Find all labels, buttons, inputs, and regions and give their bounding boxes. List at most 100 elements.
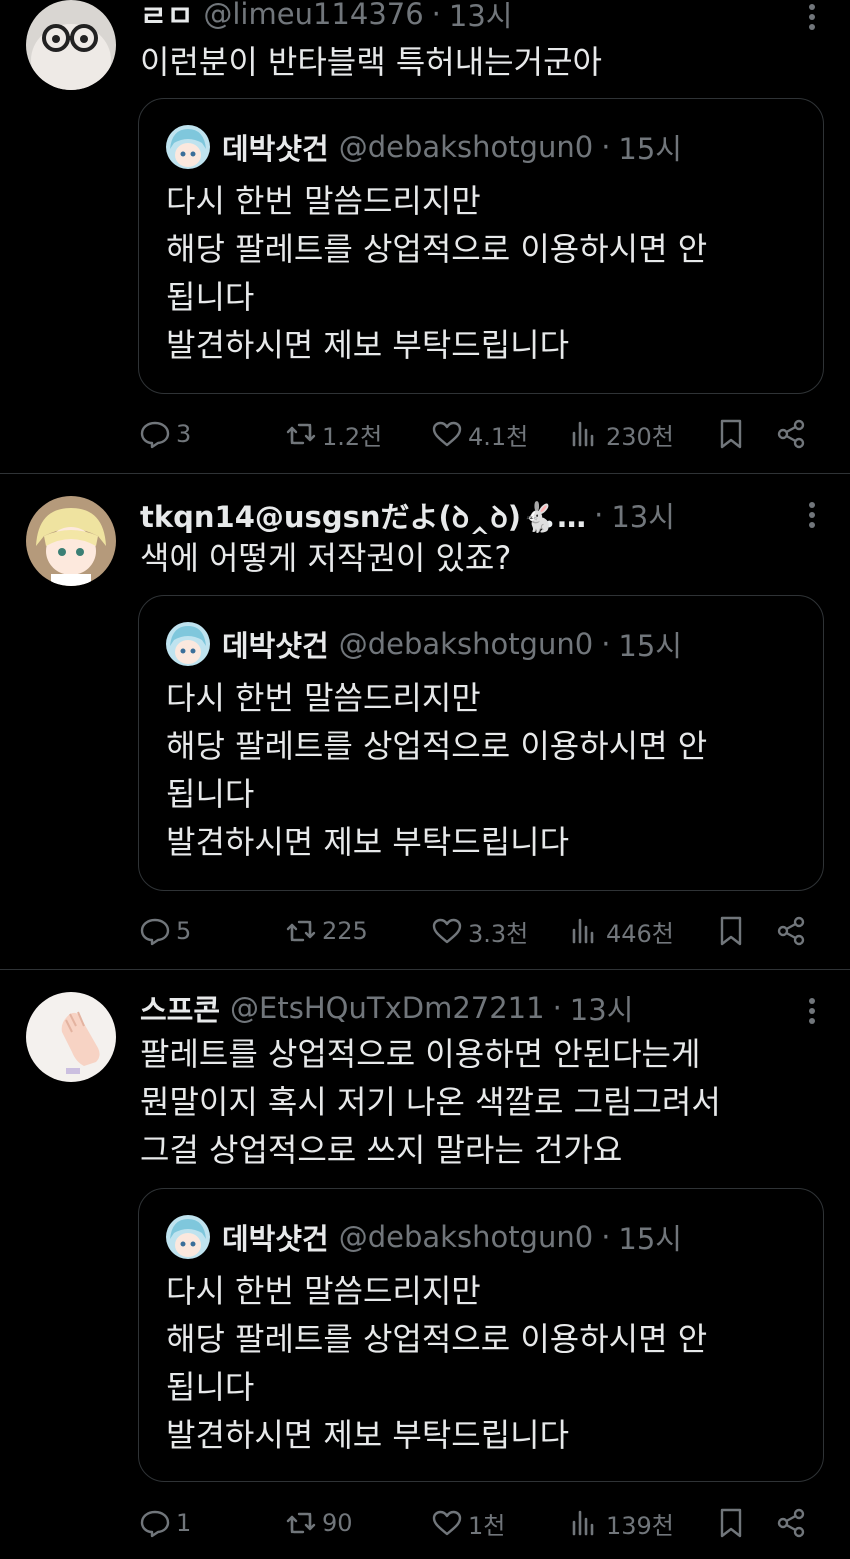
- quote-avatar: [166, 622, 210, 666]
- separator: ·: [431, 0, 441, 31]
- quote-avatar: [166, 125, 210, 169]
- post[interactable]: tkqn14@usgsnだよ(ꝺ‸ꝺ)🐇… · 13시 색에 어떻게 저작권이 …: [0, 474, 850, 969]
- bookmark-button[interactable]: [714, 414, 748, 454]
- user-handle[interactable]: @limeu114376: [203, 0, 423, 31]
- quoted-post[interactable]: 데박샷건 @debakshotgun0 · 15시 다시 한번 말씀드리지만 해…: [138, 1188, 824, 1482]
- reply-count: 3: [176, 420, 192, 448]
- action-bar: 1 90 1천 139천: [138, 1503, 818, 1543]
- bookmark-icon: [720, 1508, 742, 1538]
- quote-user-handle: @debakshotgun0: [338, 627, 594, 661]
- like-count: 4.1천: [468, 422, 529, 451]
- reply-count: 5: [176, 917, 192, 945]
- reply-button[interactable]: 1: [138, 1503, 191, 1543]
- views-icon: [572, 918, 594, 944]
- like-count: 1천: [468, 1511, 506, 1540]
- separator: ·: [601, 130, 611, 164]
- separator: ·: [552, 991, 562, 1025]
- share-button[interactable]: [774, 414, 808, 454]
- avatar[interactable]: [26, 992, 116, 1082]
- like-icon: [432, 421, 462, 447]
- quote-text: 다시 한번 말씀드리지만 해당 팔레트를 상업적으로 이용하시면 안 됩니다 발…: [166, 182, 708, 364]
- like-button[interactable]: 3.3천: [430, 911, 528, 951]
- display-name[interactable]: tkqn14@usgsnだよ(ꝺ‸ꝺ)🐇…: [140, 494, 586, 536]
- repost-button[interactable]: 225: [284, 911, 368, 951]
- share-icon: [777, 916, 805, 946]
- views-count: 230천: [606, 422, 674, 451]
- post-text: 색에 어떻게 저작권이 있죠?: [140, 539, 512, 577]
- avatar[interactable]: [26, 0, 116, 90]
- reply-button[interactable]: 3: [138, 414, 191, 454]
- views-button[interactable]: 230천: [568, 414, 674, 454]
- post-text: 이런분이 반타블랙 특허내는거군아: [140, 43, 602, 81]
- timestamp[interactable]: 13시: [449, 0, 513, 35]
- reply-icon: [140, 918, 170, 946]
- share-button[interactable]: [774, 911, 808, 951]
- display-name[interactable]: 스프콘: [140, 987, 220, 1029]
- repost-button[interactable]: 90: [284, 1503, 353, 1543]
- bookmark-icon: [720, 916, 742, 946]
- quote-user-handle: @debakshotgun0: [338, 130, 594, 164]
- views-icon: [572, 1510, 594, 1536]
- views-button[interactable]: 139천: [568, 1503, 674, 1543]
- like-button[interactable]: 1천: [430, 1503, 505, 1543]
- views-icon: [572, 421, 594, 447]
- more-icon[interactable]: [808, 498, 816, 532]
- quoted-post[interactable]: 데박샷건 @debakshotgun0 · 15시 다시 한번 말씀드리지만 해…: [138, 595, 824, 891]
- bookmark-button[interactable]: [714, 911, 748, 951]
- post-header: 스프콘 @EtsHQuTxDm27211 · 13시: [140, 991, 633, 1027]
- quote-header: 데박샷건 @debakshotgun0 · 15시: [166, 622, 682, 666]
- quote-header: 데박샷건 @debakshotgun0 · 15시: [166, 1215, 682, 1259]
- post-header: tkqn14@usgsnだよ(ꝺ‸ꝺ)🐇… · 13시: [140, 498, 675, 534]
- quote-display-name: 데박샷건: [222, 629, 329, 663]
- user-handle[interactable]: @EtsHQuTxDm27211: [230, 991, 545, 1025]
- views-count: 139천: [606, 1511, 674, 1540]
- quote-timestamp: 15시: [618, 1222, 682, 1256]
- like-icon: [432, 1510, 462, 1536]
- like-count: 3.3천: [468, 919, 529, 948]
- quoted-post[interactable]: 데박샷건 @debakshotgun0 · 15시 다시 한번 말씀드리지만 해…: [138, 98, 824, 394]
- quote-timestamp: 15시: [618, 132, 682, 166]
- quote-display-name: 데박샷건: [222, 132, 329, 166]
- post-text: 팔레트를 상업적으로 이용하면 안된다는게 뭔말이지 혹시 저기 나온 색깔로 …: [140, 1035, 721, 1169]
- avatar[interactable]: [26, 496, 116, 586]
- quote-display-name: 데박샷건: [222, 1222, 329, 1256]
- repost-icon: [286, 423, 316, 445]
- timestamp[interactable]: 13시: [570, 987, 634, 1029]
- share-button[interactable]: [774, 1503, 808, 1543]
- views-count: 446천: [606, 919, 674, 948]
- quote-avatar: [166, 1215, 210, 1259]
- reply-icon: [140, 1510, 170, 1538]
- repost-icon: [286, 920, 316, 942]
- repost-icon: [286, 1512, 316, 1534]
- action-bar: 3 1.2천 4.1천 230천: [138, 414, 818, 454]
- quote-text: 다시 한번 말씀드리지만 해당 팔레트를 상업적으로 이용하시면 안 됩니다 발…: [166, 1272, 708, 1454]
- more-icon[interactable]: [808, 994, 816, 1028]
- views-button[interactable]: 446천: [568, 911, 674, 951]
- separator: ·: [594, 498, 604, 532]
- reply-button[interactable]: 5: [138, 911, 191, 951]
- action-bar: 5 225 3.3천 446천: [138, 911, 818, 951]
- quote-header: 데박샷건 @debakshotgun0 · 15시: [166, 125, 682, 169]
- repost-count: 90: [322, 1509, 353, 1537]
- post[interactable]: 스프콘 @EtsHQuTxDm27211 · 13시 팔레트를 상업적으로 이용…: [0, 970, 850, 1559]
- separator: ·: [601, 627, 611, 661]
- repost-count: 225: [322, 917, 368, 945]
- reply-icon: [140, 421, 170, 449]
- separator: ·: [601, 1220, 611, 1254]
- more-icon[interactable]: [808, 0, 816, 34]
- like-button[interactable]: 4.1천: [430, 414, 528, 454]
- share-icon: [777, 1508, 805, 1538]
- quote-text: 다시 한번 말씀드리지만 해당 팔레트를 상업적으로 이용하시면 안 됩니다 발…: [166, 679, 708, 861]
- repost-count: 1.2천: [322, 422, 383, 451]
- timestamp[interactable]: 13시: [611, 494, 675, 536]
- share-icon: [777, 419, 805, 449]
- quote-timestamp: 15시: [618, 629, 682, 663]
- like-icon: [432, 918, 462, 944]
- repost-button[interactable]: 1.2천: [284, 414, 382, 454]
- post-header: ㄹㅁ @limeu114376 · 13시: [140, 0, 512, 33]
- bookmark-button[interactable]: [714, 1503, 748, 1543]
- post[interactable]: ㄹㅁ @limeu114376 · 13시 이런분이 반타블랙 특허내는거군아 …: [0, 0, 850, 472]
- reply-count: 1: [176, 1509, 192, 1537]
- quote-user-handle: @debakshotgun0: [338, 1220, 594, 1254]
- display-name[interactable]: ㄹㅁ: [140, 0, 193, 35]
